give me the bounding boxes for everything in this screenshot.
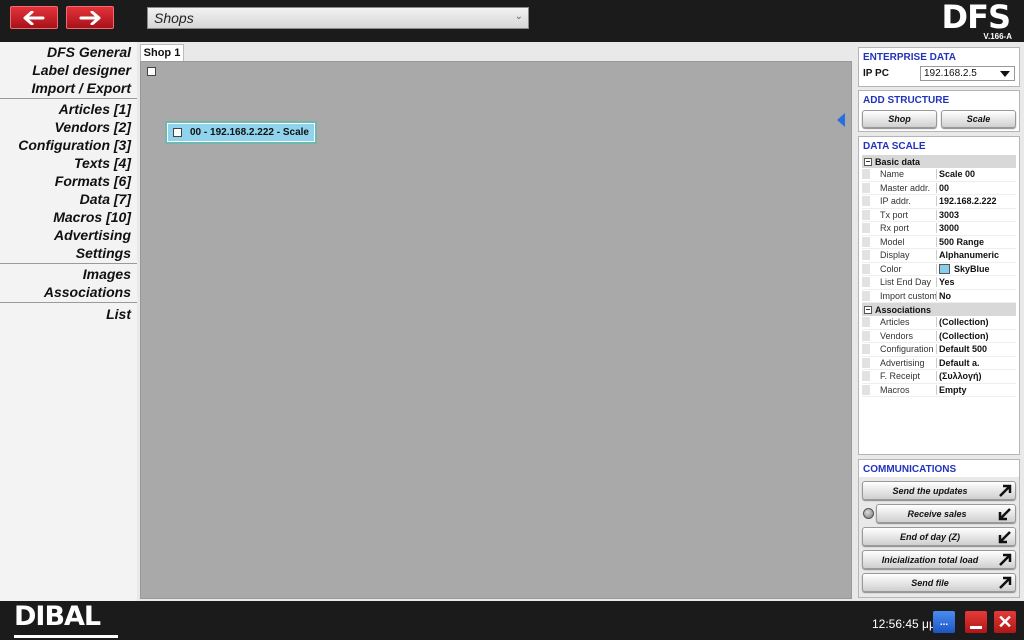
property-row[interactable]: List End Day Yes [862,276,1016,290]
property-row[interactable]: Display Alphanumeric [862,249,1016,263]
chevron-down-icon: ⌄ [514,11,523,22]
communications-box: COMMUNICATIONS Send the updates Receive … [858,459,1020,598]
clock: 12:56:45 μμ [872,617,936,631]
enterprise-data-box: ENTERPRISE DATA IP PC 192.168.2.5 [858,47,1020,87]
sidebar-item-vendors[interactable]: Vendors [2] [0,118,137,136]
status-led-icon [863,508,874,519]
dfs-logo: DFS [941,0,1011,36]
minimize-button[interactable] [965,611,987,633]
property-row[interactable]: Master addr. 00 [862,182,1016,195]
arrow-left-icon [23,10,45,25]
add-shop-button[interactable]: Shop [862,110,937,128]
arrow-right-icon [79,10,101,25]
add-scale-button[interactable]: Scale [941,110,1016,128]
property-row[interactable]: Import custom No [862,290,1016,303]
initialization-total-load-button[interactable]: Inicialization total load [862,550,1016,569]
scale-node[interactable]: 00 - 192.168.2.222 - Scale [165,121,317,144]
data-scale-box: DATA SCALE − Basic data Name Scale 00 Mas… [858,136,1020,455]
sidebar-item-settings[interactable]: Settings [0,244,137,262]
sidebar-item-list[interactable]: List [0,305,137,323]
minimize-icon [970,625,982,629]
property-row[interactable]: Articles (Collection) [862,316,1016,330]
arrow-up-right-icon [999,484,1012,497]
shops-select-value: Shops [154,10,194,26]
collapse-minus-icon[interactable]: − [864,305,872,314]
logo-underline [14,635,118,638]
shops-select[interactable]: Shops ⌄ [147,7,529,29]
sidebar-item-macros[interactable]: Macros [10] [0,208,137,226]
sidebar-item-advertising[interactable]: Advertising [0,226,137,244]
property-row[interactable]: Macros Empty [862,384,1016,397]
property-row[interactable]: Rx port 3000 [862,222,1016,236]
shop-checkbox[interactable] [147,67,156,76]
dropdown-arrow-icon [1000,71,1010,77]
property-row[interactable]: Model 500 Range [862,236,1016,249]
end-of-day-button[interactable]: End of day (Z) [862,527,1016,546]
property-row[interactable]: Tx port 3003 [862,209,1016,222]
data-scale-title: DATA SCALE [863,141,926,152]
sidebar-divider [0,263,137,264]
sidebar-item-import-export[interactable]: Import / Export [0,79,137,97]
sidebar: DFS General Label designer Import / Expo… [0,42,137,601]
top-bar: Shops ⌄ DFS V.166-A [0,0,1024,42]
send-file-button[interactable]: Send file [862,573,1016,592]
scale-node-checkbox[interactable] [173,128,182,137]
structure-canvas[interactable]: 00 - 192.168.2.222 - Scale [140,61,852,599]
sidebar-item-label-designer[interactable]: Label designer [0,61,137,79]
property-row[interactable]: F. Receipt (Συλλογή) [862,370,1016,384]
ip-pc-value: 192.168.2.5 [924,68,977,79]
sidebar-item-texts[interactable]: Texts [4] [0,154,137,172]
sidebar-divider [0,302,137,303]
scale-node-label: 00 - 192.168.2.222 - Scale [190,127,309,138]
right-panel: ENTERPRISE DATA IP PC 192.168.2.5 ADD ST… [855,42,1024,601]
property-row[interactable]: Color SkyBlue [862,263,1016,276]
enterprise-data-title: ENTERPRISE DATA [863,52,956,63]
property-row[interactable]: Configuration Default 500 [862,343,1016,357]
arrow-down-left-icon [998,507,1011,520]
sidebar-item-dfs-general[interactable]: DFS General [0,43,137,61]
property-row[interactable]: Advertising Default a. [862,357,1016,370]
receive-sales-button[interactable]: Receive sales [863,504,1016,523]
sidebar-item-articles[interactable]: Articles [1] [0,100,137,118]
property-row[interactable]: Vendors (Collection) [862,330,1016,343]
arrow-up-right-icon [999,553,1012,566]
sidebar-item-data[interactable]: Data [7] [0,190,137,208]
property-row[interactable]: Name Scale 00 [862,168,1016,182]
more-options-button[interactable]: ... [933,611,955,633]
color-swatch [939,263,950,274]
arrow-down-left-icon [998,530,1011,543]
add-structure-title: ADD STRUCTURE [863,95,950,106]
ip-pc-select[interactable]: 192.168.2.5 [920,66,1015,81]
dibal-logo: DIBAL [14,601,101,632]
sidebar-item-configuration[interactable]: Configuration [3] [0,136,137,154]
basic-data-group[interactable]: − Basic data [862,155,1016,168]
forward-button[interactable] [66,6,114,29]
sidebar-item-images[interactable]: Images [0,265,137,283]
property-grid: − Basic data Name Scale 00 Master addr. 00… [862,155,1016,397]
sidebar-item-associations[interactable]: Associations [0,283,137,301]
sidebar-divider [0,98,137,99]
collapse-panel-icon[interactable] [837,113,845,127]
close-button[interactable]: ✕ [994,611,1016,633]
main-area: Shop 1 00 - 192.168.2.222 - Scale [137,42,855,601]
back-button[interactable] [10,6,58,29]
bottom-bar: DIBAL 12:56:45 μμ ... ✕ [0,601,1024,640]
arrow-up-right-icon [999,576,1012,589]
add-structure-box: ADD STRUCTURE Shop Scale [858,90,1020,132]
close-icon: ✕ [997,611,1013,632]
ip-pc-label: IP PC [863,68,889,79]
associations-group[interactable]: − Associations [862,303,1016,316]
tab-shop-1[interactable]: Shop 1 [140,44,184,61]
version-label: V.166-A [983,32,1012,41]
communications-title: COMMUNICATIONS [859,460,1019,477]
collapse-minus-icon[interactable]: − [864,157,872,166]
send-updates-button[interactable]: Send the updates [862,481,1016,500]
property-row[interactable]: IP addr. 192.168.2.222 [862,195,1016,209]
sidebar-item-formats[interactable]: Formats [6] [0,172,137,190]
